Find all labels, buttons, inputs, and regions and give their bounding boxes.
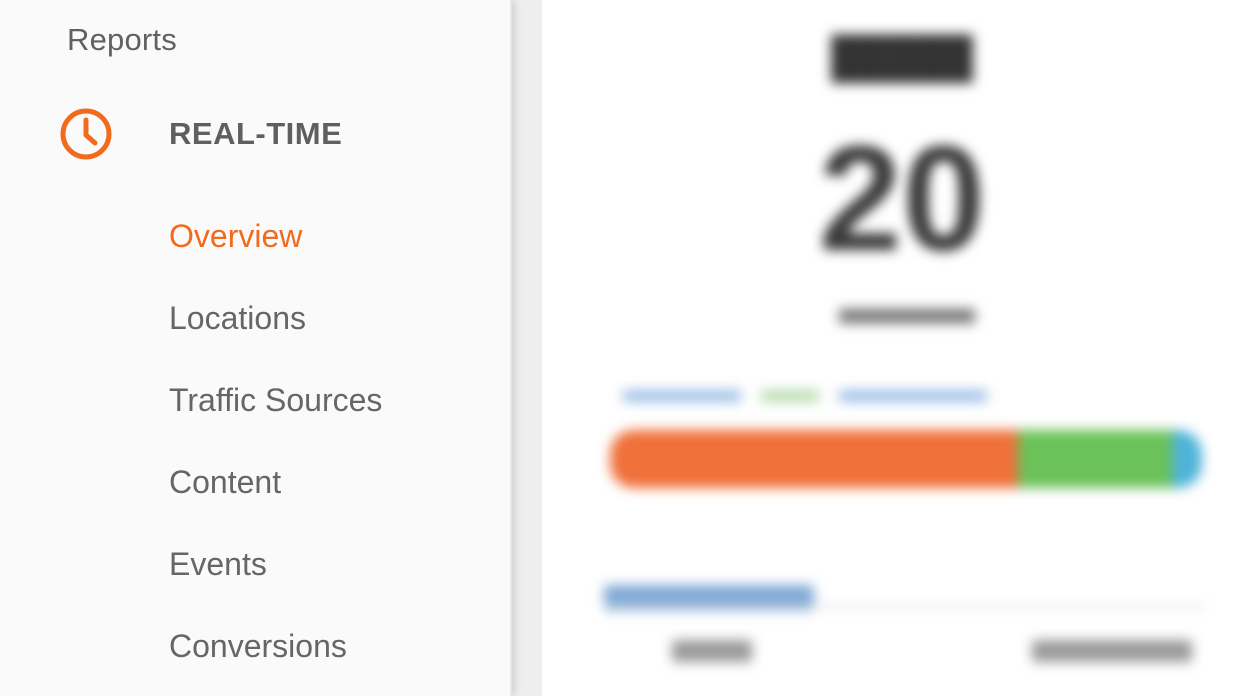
legend-chip-mobile (760, 390, 820, 402)
device-bar-mobile (1018, 430, 1173, 488)
report-heading-placeholder: █████ (831, 36, 973, 80)
section-title-reports: Reports (67, 22, 177, 57)
device-bar-tablet (1172, 430, 1202, 488)
active-users-count: 20 (818, 114, 986, 282)
report-subtitle-placeholder: ▄▄▄▄▄▄▄▄ (838, 295, 976, 322)
device-bar-desktop (610, 430, 1019, 488)
sidebar-item-conversions[interactable]: Conversions (169, 622, 382, 696)
sidebar-item-locations[interactable]: Locations (169, 294, 382, 376)
blurred-column-header-right (1032, 640, 1192, 662)
sidebar-item-events[interactable]: Events (169, 540, 382, 622)
nav-list: Overview Locations Traffic Sources Conte… (169, 212, 382, 696)
blurred-column-header-left (672, 640, 752, 662)
sidebar-item-content[interactable]: Content (169, 458, 382, 540)
sidebar: Reports REAL-TIME Overview Locations Tra… (0, 0, 512, 696)
blurred-report-panel: █████ 20 ▄▄▄▄▄▄▄▄ (512, 0, 1250, 696)
main-content: █████ 20 ▄▄▄▄▄▄▄▄ (512, 0, 1250, 696)
nav-group-label: REAL-TIME (169, 116, 343, 151)
sidebar-item-traffic-sources[interactable]: Traffic Sources (169, 376, 382, 458)
legend-chip-tablet (838, 390, 988, 402)
nav-group-real-time[interactable]: REAL-TIME (58, 106, 478, 162)
clock-icon (58, 106, 114, 162)
section-divider (604, 605, 1204, 608)
legend-chip-desktop (622, 390, 742, 402)
device-legend (622, 390, 988, 402)
sidebar-item-overview[interactable]: Overview (169, 212, 382, 294)
analytics-app: Reports REAL-TIME Overview Locations Tra… (0, 0, 1250, 696)
device-split-bar (610, 430, 1202, 488)
